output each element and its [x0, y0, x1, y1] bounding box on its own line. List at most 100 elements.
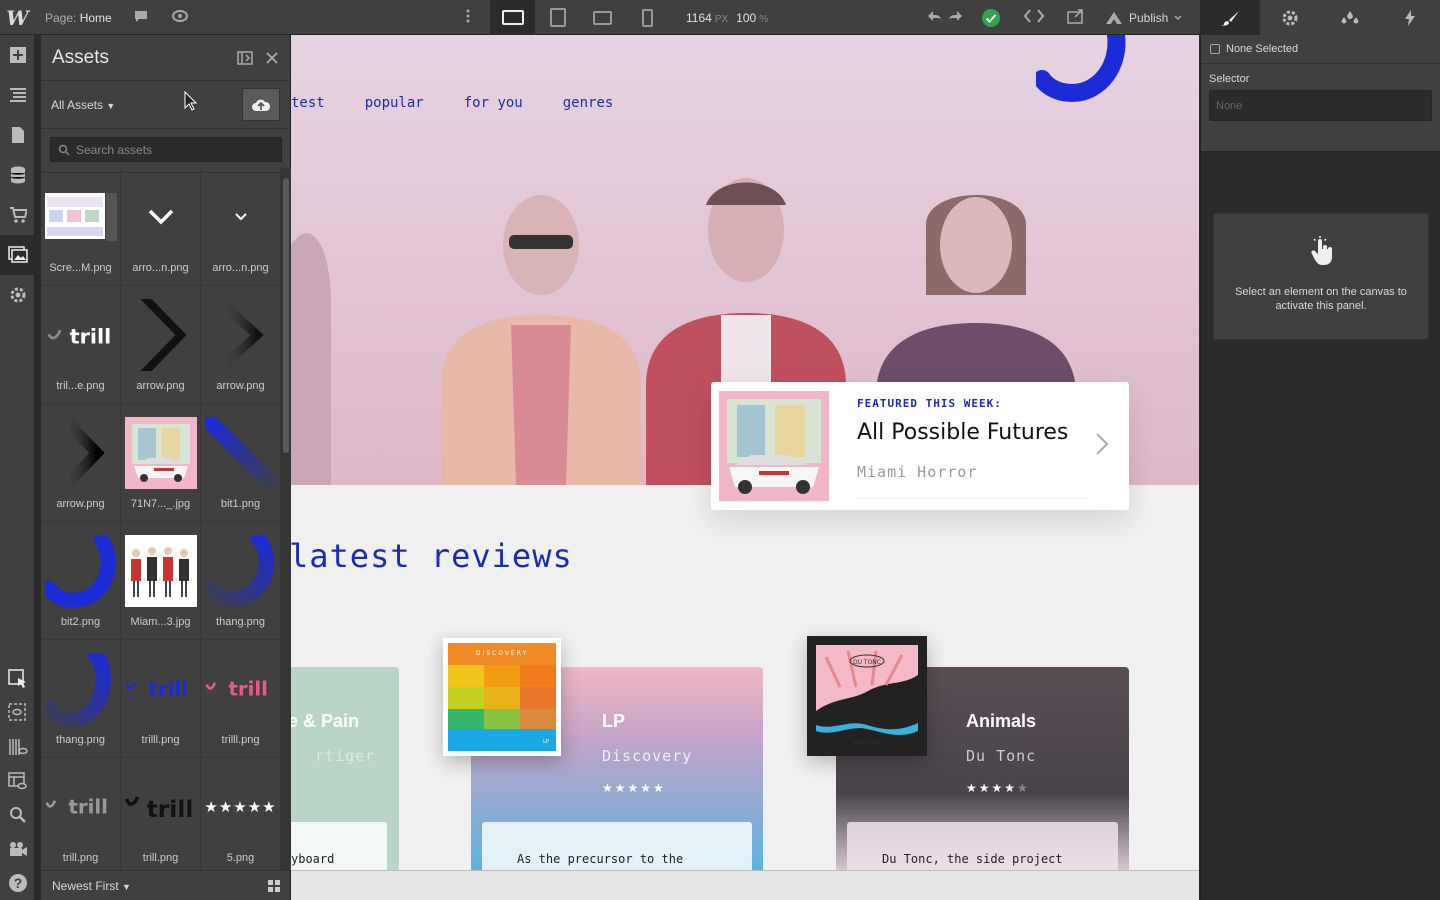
grid-view-icon[interactable] [268, 879, 280, 892]
cms-button[interactable] [0, 155, 35, 195]
scrollbar-thumb[interactable] [283, 178, 289, 453]
arrow-right-icon [125, 299, 197, 371]
blue-arc-thumbnail [44, 653, 117, 725]
search-icon [9, 807, 26, 823]
svg-text:?: ? [13, 875, 22, 891]
webflow-logo[interactable]: W [0, 0, 35, 35]
dock-panel-icon[interactable] [237, 50, 253, 65]
nav-link[interactable]: test [291, 95, 325, 111]
trill-logo-gray-thumbnail: trill [45, 771, 117, 843]
mobile-portrait-breakpoint-button[interactable] [625, 0, 670, 35]
left-toolbar: ? [0, 35, 35, 900]
asset-tile[interactable]: bit1.png [201, 404, 281, 522]
design-canvas[interactable]: test popular for you genres FEATURED THI… [291, 35, 1199, 870]
navigator-button[interactable] [0, 75, 35, 115]
chevron-down-icon [205, 181, 277, 253]
mobile-landscape-breakpoint-button[interactable] [580, 0, 625, 35]
featured-divider [857, 498, 1087, 499]
right-panel-tabs [1200, 0, 1440, 35]
preview-eye-icon[interactable] [170, 8, 190, 28]
search-button[interactable] [0, 798, 35, 832]
assets-scrollbar[interactable] [281, 168, 291, 870]
publish-icon [1106, 11, 1122, 24]
chevron-right-icon[interactable] [1095, 432, 1109, 463]
project-settings-button[interactable] [0, 275, 35, 315]
pages-button[interactable] [0, 115, 35, 155]
asset-tile[interactable]: arro...n.png [121, 168, 201, 286]
svg-text:trill: trill [68, 795, 108, 818]
asset-tile[interactable]: arrow.png [201, 286, 281, 404]
nav-link[interactable]: popular [365, 95, 424, 111]
asset-tile[interactable]: arrow.png [121, 286, 201, 404]
asset-tile[interactable]: thang.png [201, 522, 281, 640]
canvas-zoom: 100 [736, 11, 757, 25]
selector-input[interactable]: None [1209, 90, 1432, 121]
nav-link[interactable]: genres [563, 95, 614, 111]
x-ray-button[interactable] [0, 764, 35, 798]
style-panel: None Selected Selector None Select an el… [1200, 35, 1440, 900]
interactions-drops-tab[interactable] [1320, 0, 1380, 35]
export-icon[interactable] [1066, 8, 1086, 28]
trill-logo-thumbnail: trill [45, 299, 117, 371]
help-button[interactable]: ? [0, 866, 35, 900]
ecommerce-button[interactable] [0, 195, 35, 235]
asset-tile[interactable]: Miam...3.jpg [121, 522, 201, 640]
add-element-button[interactable] [0, 35, 35, 75]
review-card[interactable]: re & Pain rtiger ★ yboard [291, 667, 399, 870]
svg-text:LP: LP [543, 739, 549, 745]
asset-type-dropdown[interactable]: All Assets ▼ [51, 98, 115, 112]
rating-stars: ★★★★★ [966, 781, 1030, 795]
review-card-artist: rtiger [315, 747, 376, 765]
asset-filename: thang.png [216, 616, 265, 628]
none-selected-row[interactable]: None Selected [1201, 35, 1440, 64]
style-brush-tab[interactable] [1200, 0, 1260, 35]
featured-card[interactable]: FEATURED THIS WEEK: All Possible Futures… [711, 382, 1129, 510]
caret-down-icon: ▼ [106, 100, 116, 111]
asset-tile[interactable]: trill trill.png [121, 758, 201, 870]
redo-icon[interactable] [945, 8, 965, 28]
asset-tile[interactable]: arrow.png [41, 404, 121, 522]
trill-logo-blue-thumbnail: trill [125, 653, 197, 725]
asset-tile[interactable]: trill trilll.png [121, 640, 201, 758]
asset-tile[interactable]: ★★★★★ 5.png [201, 758, 281, 870]
select-element-button[interactable] [0, 662, 35, 696]
search-assets-input[interactable]: Search assets [50, 137, 282, 162]
assets-button[interactable] [0, 235, 35, 275]
band-member-photo [291, 233, 331, 485]
grid-overlay-button[interactable] [0, 730, 35, 764]
upload-button[interactable] [242, 88, 280, 121]
layout-eye-icon [7, 772, 27, 790]
settings-tab[interactable] [1260, 0, 1320, 35]
asset-tile[interactable]: trill trill.png [41, 758, 121, 870]
comment-icon[interactable] [131, 8, 151, 28]
asset-tile[interactable]: Scre...M.png [41, 168, 121, 286]
review-card-desc: yboard [291, 822, 387, 870]
page-selector[interactable]: Page: Home [45, 11, 112, 25]
featured-kicker: FEATURED THIS WEEK: [857, 397, 1002, 410]
asset-tile[interactable]: trill trilll.png [201, 640, 281, 758]
checkbox[interactable] [1210, 44, 1220, 54]
tablet-breakpoint-button[interactable] [535, 0, 580, 35]
asset-tile[interactable]: arro...n.png [201, 168, 281, 286]
asset-tile[interactable]: 71N7..._.jpg [121, 404, 201, 522]
asset-tile[interactable]: bit2.png [41, 522, 121, 640]
preview-selection-button[interactable] [0, 696, 35, 730]
undo-icon[interactable] [925, 8, 945, 28]
asset-tile[interactable]: trill tril...e.png [41, 286, 121, 404]
asset-tile[interactable]: thang.png [41, 640, 121, 758]
review-card-desc: As the precursor to the [482, 822, 752, 870]
desktop-breakpoint-button[interactable] [490, 0, 535, 35]
more-vertical-icon[interactable] [458, 8, 478, 28]
video-tutorials-button[interactable] [0, 832, 35, 866]
close-icon[interactable] [265, 51, 279, 65]
canvas-bottom-bar [291, 870, 1199, 900]
assets-images-icon [7, 246, 28, 263]
code-brackets-icon[interactable] [1023, 8, 1045, 28]
interactions-lightning-tab[interactable] [1380, 0, 1440, 35]
chevron-down-icon [125, 181, 197, 253]
selector-section: None Selected Selector None [1201, 35, 1440, 152]
sort-dropdown[interactable]: Newest First ▼ [52, 879, 131, 893]
assets-footer: Newest First ▼ [41, 870, 291, 900]
publish-button[interactable]: Publish [1105, 0, 1182, 35]
nav-link[interactable]: for you [464, 95, 523, 111]
